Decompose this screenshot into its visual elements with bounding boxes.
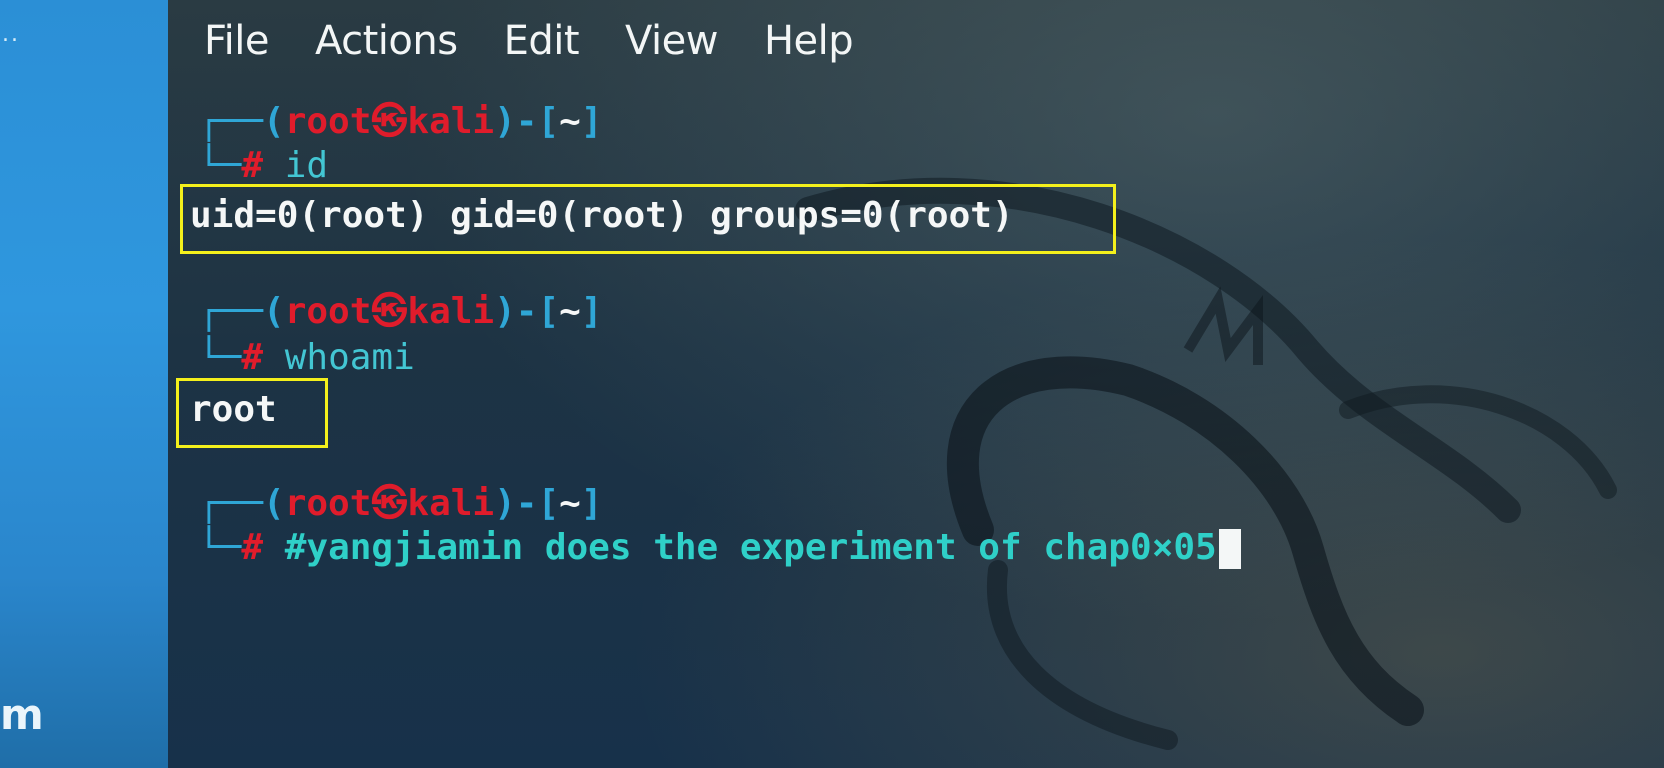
prompt-corner: └─ — [198, 145, 242, 186]
menu-file[interactable]: File — [204, 18, 269, 78]
prompt-user-host: root㉿kali — [284, 291, 495, 332]
prompt-hash: # — [241, 337, 264, 378]
prompt-hash: # — [241, 527, 264, 568]
screen: .. m File Actions Edit View Help ┌──(roo… — [0, 0, 1664, 768]
command-line: └─# id — [198, 146, 328, 186]
command-line: └─# whoami — [198, 338, 415, 378]
menu-view[interactable]: View — [625, 18, 718, 78]
menu-bar: File Actions Edit View Help — [204, 18, 854, 78]
prompt-directory: ~ — [559, 291, 581, 332]
prompt-frame-end: ] — [580, 483, 603, 524]
command-text: #yangjiamin does the experiment of chap0… — [284, 527, 1217, 568]
prompt-frame-close: )-[ — [494, 483, 560, 524]
prompt-frame-open: ┌──( — [198, 101, 285, 142]
prompt-frame-close: )-[ — [494, 101, 560, 142]
text-cursor — [1218, 529, 1241, 569]
menu-help[interactable]: Help — [764, 18, 854, 78]
highlight-box-whoami-output — [176, 378, 328, 448]
prompt-frame-close: )-[ — [494, 291, 560, 332]
desktop-text-fragment: m — [0, 690, 44, 739]
prompt-corner: └─ — [198, 527, 242, 568]
prompt-directory: ~ — [559, 483, 581, 524]
prompt-frame-end: ] — [580, 101, 603, 142]
prompt-line: ┌──(root㉿kali)-[~] — [198, 292, 603, 332]
desktop-dots: .. — [2, 22, 20, 47]
prompt-frame-open: ┌──( — [198, 483, 285, 524]
prompt-hash: # — [241, 145, 264, 186]
highlight-box-id-output — [180, 184, 1116, 254]
prompt-user-host: root㉿kali — [284, 483, 495, 524]
prompt-line: ┌──(root㉿kali)-[~] — [198, 102, 603, 142]
prompt-frame-end: ] — [580, 291, 603, 332]
prompt-corner: └─ — [198, 337, 242, 378]
prompt-line: ┌──(root㉿kali)-[~] — [198, 484, 603, 524]
terminal-window[interactable]: File Actions Edit View Help ┌──(root㉿kal… — [168, 0, 1664, 768]
prompt-user-host: root㉿kali — [284, 101, 495, 142]
command-line[interactable]: └─# #yangjiamin does the experiment of c… — [198, 528, 1241, 569]
desktop-background: .. m — [0, 0, 168, 768]
prompt-directory: ~ — [559, 101, 581, 142]
menu-edit[interactable]: Edit — [504, 18, 580, 78]
prompt-frame-open: ┌──( — [198, 291, 285, 332]
command-text: whoami — [284, 337, 415, 378]
command-text: id — [284, 145, 329, 186]
menu-actions[interactable]: Actions — [315, 18, 458, 78]
